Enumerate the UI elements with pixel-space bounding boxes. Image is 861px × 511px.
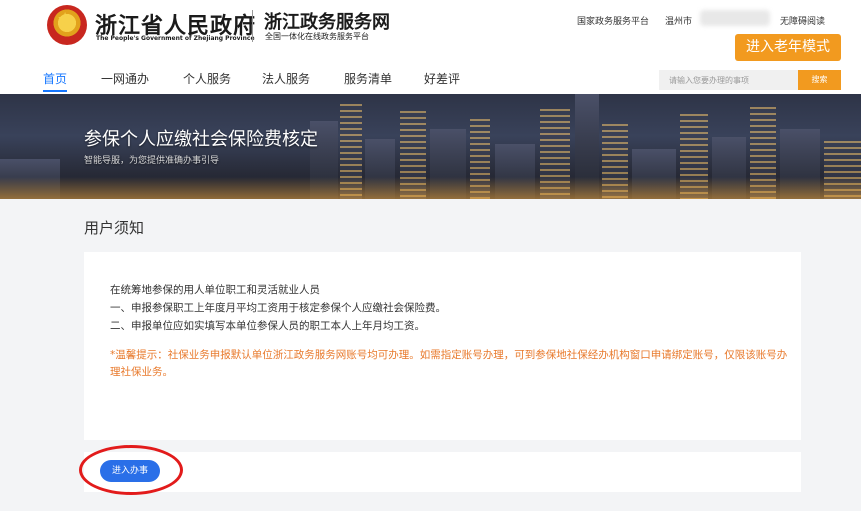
nav-item-legal[interactable]: 法人服务 [262,70,310,87]
warm-tip: *温馨提示：社保业务申报默认单位浙江政务服务网账号均可办理。如需指定账号办理，可… [110,349,788,378]
nav-item-home[interactable]: 首页 [43,70,67,87]
star-icon: ★ [57,9,74,30]
elder-mode-button[interactable]: 进入老年模式 [735,34,841,61]
accessibility-link[interactable]: 无障碍阅读 [780,14,825,27]
page-subtitle: 智能导服，为您提供准确办事引导 [84,156,220,166]
nav-item-service-list[interactable]: 服务清单 [344,70,392,87]
action-bar: 进入办事 [84,452,801,492]
notice-line: 在统筹地参保的用人单位职工和灵活就业人员 [110,284,320,296]
gov-subtitle: The People's Government of Zhejiang Prov… [96,35,255,42]
nav-item-one-stop[interactable]: 一网通办 [101,70,149,87]
redacted-area [700,10,770,26]
highlight-annotation [79,445,183,495]
nav-item-feedback[interactable]: 好差评 [424,70,460,87]
national-emblem-icon: ★ [47,5,87,45]
nav-item-personal[interactable]: 个人服务 [183,70,231,87]
header-divider [252,10,253,42]
city-selector[interactable]: 温州市 [665,14,692,27]
search-button[interactable]: 搜索 [798,70,841,90]
nav-active-indicator [43,90,67,92]
page-banner: 参保个人应缴社会保险费核定 智能导服，为您提供准确办事引导 [0,94,861,199]
search-input[interactable] [659,70,798,90]
notice-line: 一、申报参保职工上年度月平均工资用于核定参保个人应缴社会保险费。 [110,302,446,314]
portal-subtitle: 全国一体化在线政务服务平台 [265,32,369,41]
page-title: 参保个人应缴社会保险费核定 [84,129,318,150]
section-title: 用户须知 [84,219,145,237]
national-platform-link[interactable]: 国家政务服务平台 [577,14,649,27]
notice-line: 二、申报单位应如实填写本单位参保人员的职工本人上年月均工资。 [110,320,425,332]
notice-card: 在统筹地参保的用人单位职工和灵活就业人员 一、申报参保职工上年度月平均工资用于核… [84,252,801,440]
site-header: ★ 浙江省人民政府 The People's Government of Zhe… [0,0,861,94]
